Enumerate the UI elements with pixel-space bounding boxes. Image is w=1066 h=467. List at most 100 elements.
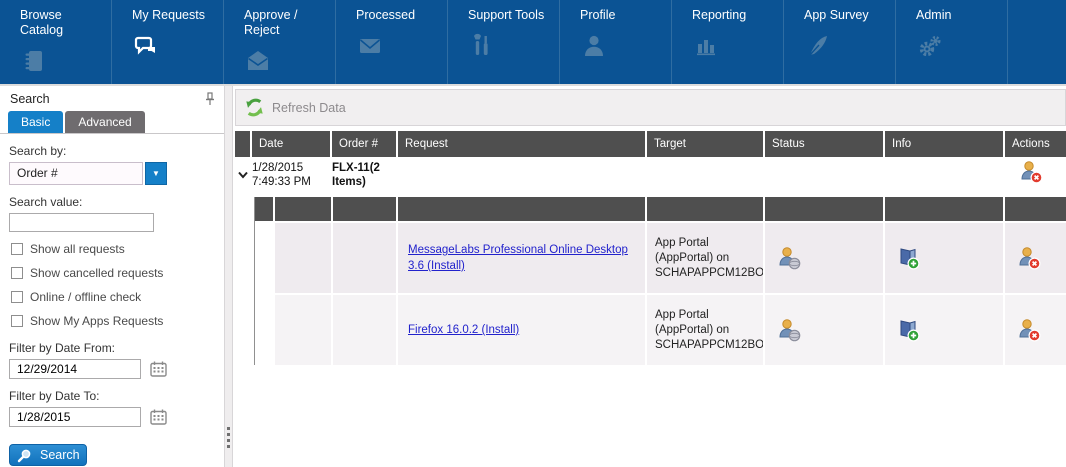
tools-icon [468, 32, 553, 60]
sidebar-title: Search [10, 92, 50, 106]
checkbox-label: Online / offline check [30, 290, 141, 304]
search-value-input[interactable] [9, 213, 154, 232]
table-row: Firefox 16.0.2 (Install) App Portal (App… [255, 295, 1066, 365]
table-row: MessageLabs Professional Online Desktop … [255, 223, 1066, 293]
nav-item-reporting[interactable]: Reporting [672, 0, 784, 84]
request-link[interactable]: Firefox 16.0.2 (Install) [408, 322, 519, 338]
date-to-label: Filter by Date To: [9, 389, 224, 403]
search-by-dropdown[interactable]: Order # ▼ [9, 162, 224, 185]
tab-advanced[interactable]: Advanced [65, 111, 144, 133]
user-status-icon[interactable] [765, 295, 883, 365]
app-window: Browse Catalog My Requests [0, 0, 1066, 467]
nav-item-app-survey[interactable]: App Survey [784, 0, 896, 84]
nav-label: Processed [356, 8, 441, 23]
column-header-order[interactable]: Order # [332, 131, 396, 157]
top-navigation: Browse Catalog My Requests [0, 0, 1066, 86]
bar-chart-icon [692, 32, 777, 60]
show-my-apps-requests-checkbox[interactable] [11, 315, 23, 327]
online-offline-check-checkbox[interactable] [11, 291, 23, 303]
date-from-label: Filter by Date From: [9, 341, 224, 355]
column-header-date[interactable]: Date [252, 131, 330, 157]
checkbox-row-show-cancelled: Show cancelled requests [11, 266, 224, 280]
search-by-value[interactable]: Order # [9, 162, 143, 185]
nav-item-processed[interactable]: Processed [336, 0, 448, 84]
catalog-book-icon [20, 47, 105, 75]
collapse-chevron-icon[interactable] [235, 157, 250, 197]
date-from-row [9, 359, 224, 379]
nav-item-approve-reject[interactable]: Approve / Reject [224, 0, 336, 84]
person-icon [580, 32, 665, 60]
column-header-status[interactable]: Status [765, 131, 883, 157]
panel-splitter[interactable] [224, 86, 233, 467]
nav-item-profile[interactable]: Profile [560, 0, 672, 84]
add-info-icon[interactable] [885, 295, 1003, 365]
search-by-label: Search by: [9, 144, 224, 158]
date-to-row [9, 407, 224, 427]
nav-label: App Survey [804, 8, 889, 23]
search-button[interactable]: Search [9, 444, 87, 466]
add-info-icon[interactable] [885, 223, 1003, 293]
refresh-label: Refresh Data [272, 101, 346, 115]
dropdown-arrow-icon[interactable]: ▼ [145, 162, 167, 185]
splitter-handle[interactable] [227, 427, 230, 448]
envelope-icon [356, 32, 441, 60]
date-to-input[interactable] [9, 407, 141, 427]
cancel-request-icon[interactable] [1005, 223, 1066, 293]
pen-icon [804, 32, 889, 60]
checkbox-row-online-offline: Online / offline check [11, 290, 224, 304]
target-text: App Portal (AppPortal) on SCHAPAPPCM12BO… [655, 308, 763, 353]
column-header-actions[interactable]: Actions [1005, 131, 1066, 157]
request-link[interactable]: MessageLabs Professional Online Desktop … [408, 242, 633, 274]
nav-label: Profile [580, 8, 665, 23]
show-all-requests-checkbox[interactable] [11, 243, 23, 255]
order-group-row: 1/28/2015 7:49:33 PM FLX-11(2 Items) [235, 157, 1066, 197]
order-group-items: MessageLabs Professional Online Desktop … [254, 197, 1066, 365]
nav-label: Support Tools [468, 8, 553, 23]
checkbox-row-my-apps: Show My Apps Requests [11, 314, 224, 328]
nav-item-support-tools[interactable]: Support Tools [448, 0, 560, 84]
nav-label: My Requests [132, 8, 217, 23]
nav-label: Admin [916, 8, 1001, 23]
search-button-label: Search [40, 448, 80, 462]
gears-icon [916, 32, 1001, 60]
requests-panel: Refresh Data Date Order # Request Target… [233, 86, 1066, 467]
tab-basic[interactable]: Basic [8, 111, 63, 133]
column-header-target[interactable]: Target [647, 131, 763, 157]
date-from-input[interactable] [9, 359, 141, 379]
nav-item-my-requests[interactable]: My Requests [112, 0, 224, 84]
cancel-request-icon[interactable] [1005, 295, 1066, 365]
calendar-icon[interactable] [150, 361, 167, 377]
nav-item-browse-catalog[interactable]: Browse Catalog [0, 0, 112, 84]
refresh-data-button[interactable]: Refresh Data [235, 89, 1066, 126]
nav-item-admin[interactable]: Admin [896, 0, 1008, 84]
chat-bubbles-icon [132, 32, 217, 60]
table-header-row: Date Order # Request Target Status Info … [235, 131, 1066, 157]
nav-label: Browse Catalog [20, 8, 105, 38]
checkbox-label: Show My Apps Requests [30, 314, 163, 328]
subgroup-header-row [255, 197, 1066, 221]
magnifier-icon [17, 448, 32, 463]
group-date: 1/28/2015 7:49:33 PM [252, 157, 330, 197]
show-cancelled-requests-checkbox[interactable] [11, 267, 23, 279]
nav-label: Approve / Reject [244, 8, 329, 38]
checkbox-label: Show cancelled requests [30, 266, 163, 280]
search-sidebar: Search Basic Advanced Search by: Order #… [0, 86, 224, 467]
search-value-label: Search value: [9, 195, 224, 209]
user-status-icon[interactable] [765, 223, 883, 293]
requests-table: Date Order # Request Target Status Info … [235, 131, 1066, 365]
open-envelope-icon [244, 47, 329, 75]
cancel-request-icon[interactable] [1005, 157, 1066, 197]
column-header-info[interactable]: Info [885, 131, 1003, 157]
nav-filler [1008, 0, 1066, 84]
expander-column-header [235, 131, 250, 157]
checkbox-row-show-all: Show all requests [11, 242, 224, 256]
calendar-icon[interactable] [150, 409, 167, 425]
group-order-number: FLX-11(2 Items) [332, 157, 396, 197]
refresh-icon [244, 97, 265, 118]
column-header-request[interactable]: Request [398, 131, 645, 157]
nav-label: Reporting [692, 8, 777, 23]
target-text: App Portal (AppPortal) on SCHAPAPPCM12BO… [655, 236, 763, 281]
search-tabs: Basic Advanced [0, 108, 224, 134]
checkbox-label: Show all requests [30, 242, 125, 256]
pin-icon[interactable] [204, 92, 216, 106]
